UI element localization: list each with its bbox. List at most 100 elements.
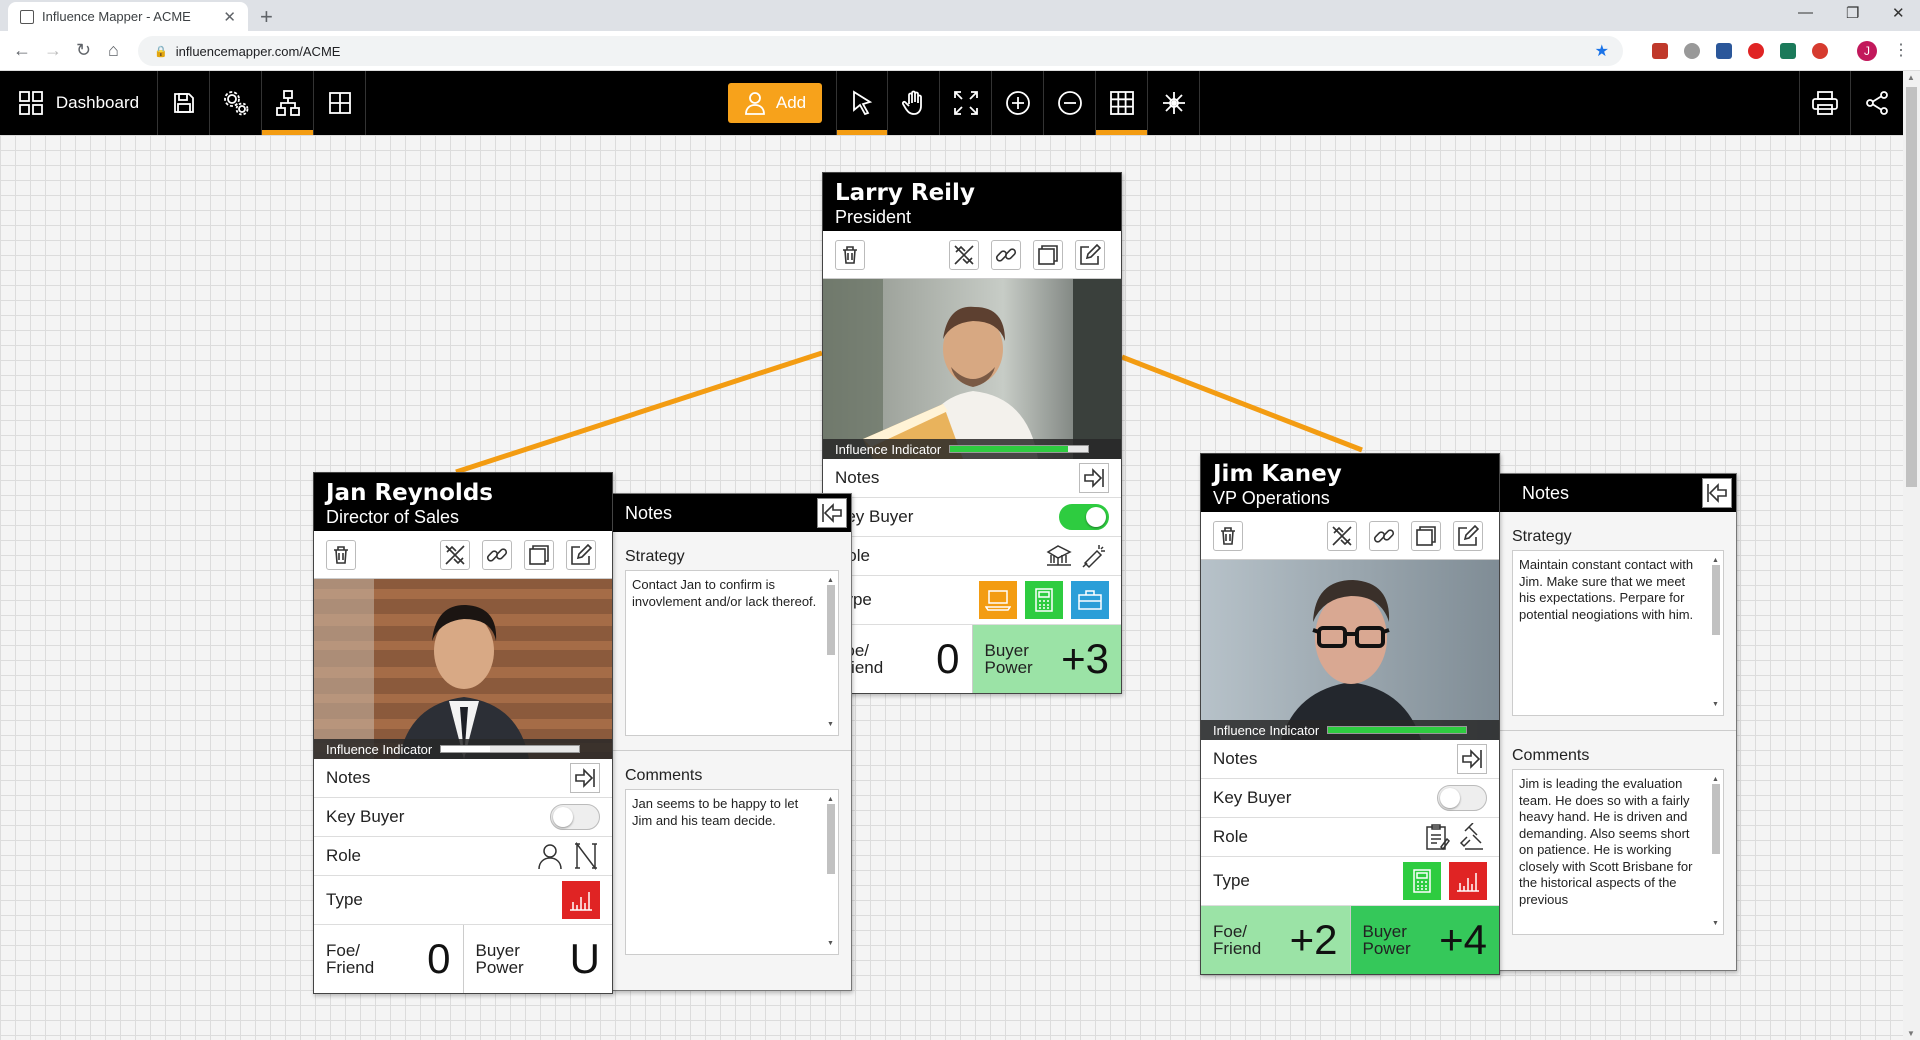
evaluator-clipboard-icon[interactable] (1423, 823, 1451, 851)
notes-row[interactable]: Notes (1201, 740, 1499, 779)
print-button[interactable] (1799, 71, 1851, 135)
window-close-icon[interactable]: ✕ (1892, 4, 1905, 22)
comments-scrollbar[interactable]: ▲ ▼ (826, 794, 836, 950)
person-card-jan[interactable]: Jan Reynolds Director of Sales Influence… (313, 472, 613, 994)
org-map-canvas[interactable]: Larry Reily President Influence Indicato… (0, 135, 1903, 1040)
link-icon (486, 548, 508, 562)
open-notes-button[interactable] (570, 763, 600, 793)
forward-icon[interactable]: → (44, 40, 62, 61)
link-button[interactable] (1369, 521, 1399, 551)
gavel-approver-icon[interactable] (1459, 823, 1487, 851)
edit-button[interactable] (1075, 240, 1105, 270)
edit-button[interactable] (1453, 521, 1483, 551)
back-icon[interactable]: ← (13, 40, 31, 61)
foe-friend-score[interactable]: Foe/ Friend +2 (1201, 906, 1351, 974)
extension-icon[interactable] (1812, 43, 1828, 59)
add-person-button[interactable]: Add (728, 83, 822, 123)
opera-extension-icon[interactable] (1748, 43, 1764, 59)
neutral-role-icon[interactable] (572, 842, 600, 870)
unlink-button[interactable] (440, 540, 470, 570)
open-notes-button[interactable] (1457, 744, 1487, 774)
foe-friend-score[interactable]: Foe/ Friend 0 (314, 925, 464, 993)
unlink-button[interactable] (949, 240, 979, 270)
link-button[interactable] (991, 240, 1021, 270)
strategy-textarea[interactable]: Contact Jan to confirm is invovlement an… (625, 570, 839, 736)
duplicate-button[interactable] (524, 540, 554, 570)
minimize-icon[interactable]: — (1798, 4, 1813, 21)
settings-button[interactable] (210, 71, 262, 135)
key-buyer-toggle[interactable] (1059, 504, 1109, 530)
select-tool-button[interactable] (836, 71, 888, 135)
restore-icon[interactable]: ❐ (1846, 4, 1859, 22)
notes-row[interactable]: Notes (823, 459, 1121, 498)
word-extension-icon[interactable] (1716, 43, 1732, 59)
profile-avatar[interactable]: J (1857, 41, 1877, 61)
zoom-in-button[interactable] (992, 71, 1044, 135)
person-card-jim[interactable]: Jim Kaney VP Operations Influence Indica… (1200, 453, 1500, 975)
grid-toggle-button[interactable] (1096, 71, 1148, 135)
card-header[interactable]: Larry Reily President (823, 173, 1121, 231)
unlink-button[interactable] (1327, 521, 1357, 551)
org-chart-view-button[interactable] (262, 71, 314, 135)
address-bar[interactable]: 🔒 influencemapper.com/ACME ★ (138, 36, 1623, 66)
new-tab-icon[interactable]: + (260, 4, 273, 30)
save-button[interactable] (158, 71, 210, 135)
key-buyer-toggle[interactable] (550, 804, 600, 830)
card-header[interactable]: Jim Kaney VP Operations (1201, 454, 1499, 512)
duplicate-button[interactable] (1033, 240, 1063, 270)
browser-menu-icon[interactable]: ⋮ (1893, 40, 1909, 60)
comments-scrollbar[interactable]: ▲ ▼ (1711, 774, 1721, 930)
type-business-icon[interactable] (1071, 581, 1109, 619)
delete-button[interactable] (835, 240, 865, 270)
delete-button[interactable] (1213, 521, 1243, 551)
evernote-extension-icon[interactable] (1780, 43, 1796, 59)
page-scrollbar[interactable]: ▲ ▼ (1903, 71, 1920, 1040)
close-notes-button[interactable] (1702, 478, 1732, 508)
pan-tool-button[interactable] (888, 71, 940, 135)
scroll-down-icon[interactable]: ▼ (1907, 1029, 1915, 1038)
notes-row[interactable]: Notes (314, 759, 612, 798)
comments-textarea[interactable]: Jim is leading the evaluation team. He d… (1512, 769, 1724, 935)
champion-icon[interactable] (1081, 543, 1109, 569)
type-sales-chart-icon[interactable] (1449, 862, 1487, 900)
card-header[interactable]: Jan Reynolds Director of Sales (314, 473, 612, 531)
connector-larry-jan[interactable] (455, 350, 823, 475)
comments-textarea[interactable]: Jan seems to be happy to let Jim and his… (625, 789, 839, 955)
duplicate-button[interactable] (1411, 521, 1441, 551)
type-technical-icon[interactable] (979, 581, 1017, 619)
home-icon[interactable]: ⌂ (108, 40, 119, 61)
scroll-up-icon[interactable]: ▲ (1907, 73, 1915, 82)
delete-button[interactable] (326, 540, 356, 570)
reload-icon[interactable]: ↻ (76, 40, 91, 61)
buyer-power-score[interactable]: Buyer Power +4 (1350, 906, 1499, 974)
browser-tab[interactable]: Influence Mapper - ACME ✕ (8, 2, 248, 31)
link-button[interactable] (482, 540, 512, 570)
person-card-larry[interactable]: Larry Reily President Influence Indicato… (822, 172, 1122, 694)
layout-grid-button[interactable] (314, 71, 366, 135)
center-view-button[interactable] (1148, 71, 1200, 135)
strategy-textarea[interactable]: Maintain constant contact with Jim. Make… (1512, 550, 1724, 716)
fit-screen-button[interactable] (940, 71, 992, 135)
strategy-scrollbar[interactable]: ▲ ▼ (826, 575, 836, 731)
dashboard-button[interactable]: Dashboard (0, 71, 158, 135)
share-button[interactable] (1851, 71, 1903, 135)
buyer-power-score[interactable]: Buyer Power +3 (972, 625, 1121, 693)
buyer-power-score[interactable]: Buyer Power U (464, 925, 613, 993)
close-notes-button[interactable] (817, 498, 847, 528)
strategy-scrollbar[interactable]: ▲ ▼ (1711, 555, 1721, 711)
tab-close-icon[interactable]: ✕ (223, 8, 236, 26)
open-notes-button[interactable] (1079, 463, 1109, 493)
scrollbar-thumb[interactable] (1906, 87, 1917, 487)
type-financial-icon[interactable] (1403, 862, 1441, 900)
extension-icon[interactable] (1684, 43, 1700, 59)
user-role-icon[interactable] (536, 842, 564, 870)
zoom-out-button[interactable] (1044, 71, 1096, 135)
decision-maker-icon[interactable] (1045, 543, 1073, 569)
key-buyer-toggle[interactable] (1437, 785, 1487, 811)
pdf-extension-icon[interactable] (1652, 43, 1668, 59)
type-financial-icon[interactable] (1025, 581, 1063, 619)
bookmark-star-icon[interactable]: ★ (1595, 41, 1609, 61)
type-sales-chart-icon[interactable] (562, 881, 600, 919)
edit-button[interactable] (566, 540, 596, 570)
connector-larry-jim[interactable] (1121, 354, 1363, 453)
